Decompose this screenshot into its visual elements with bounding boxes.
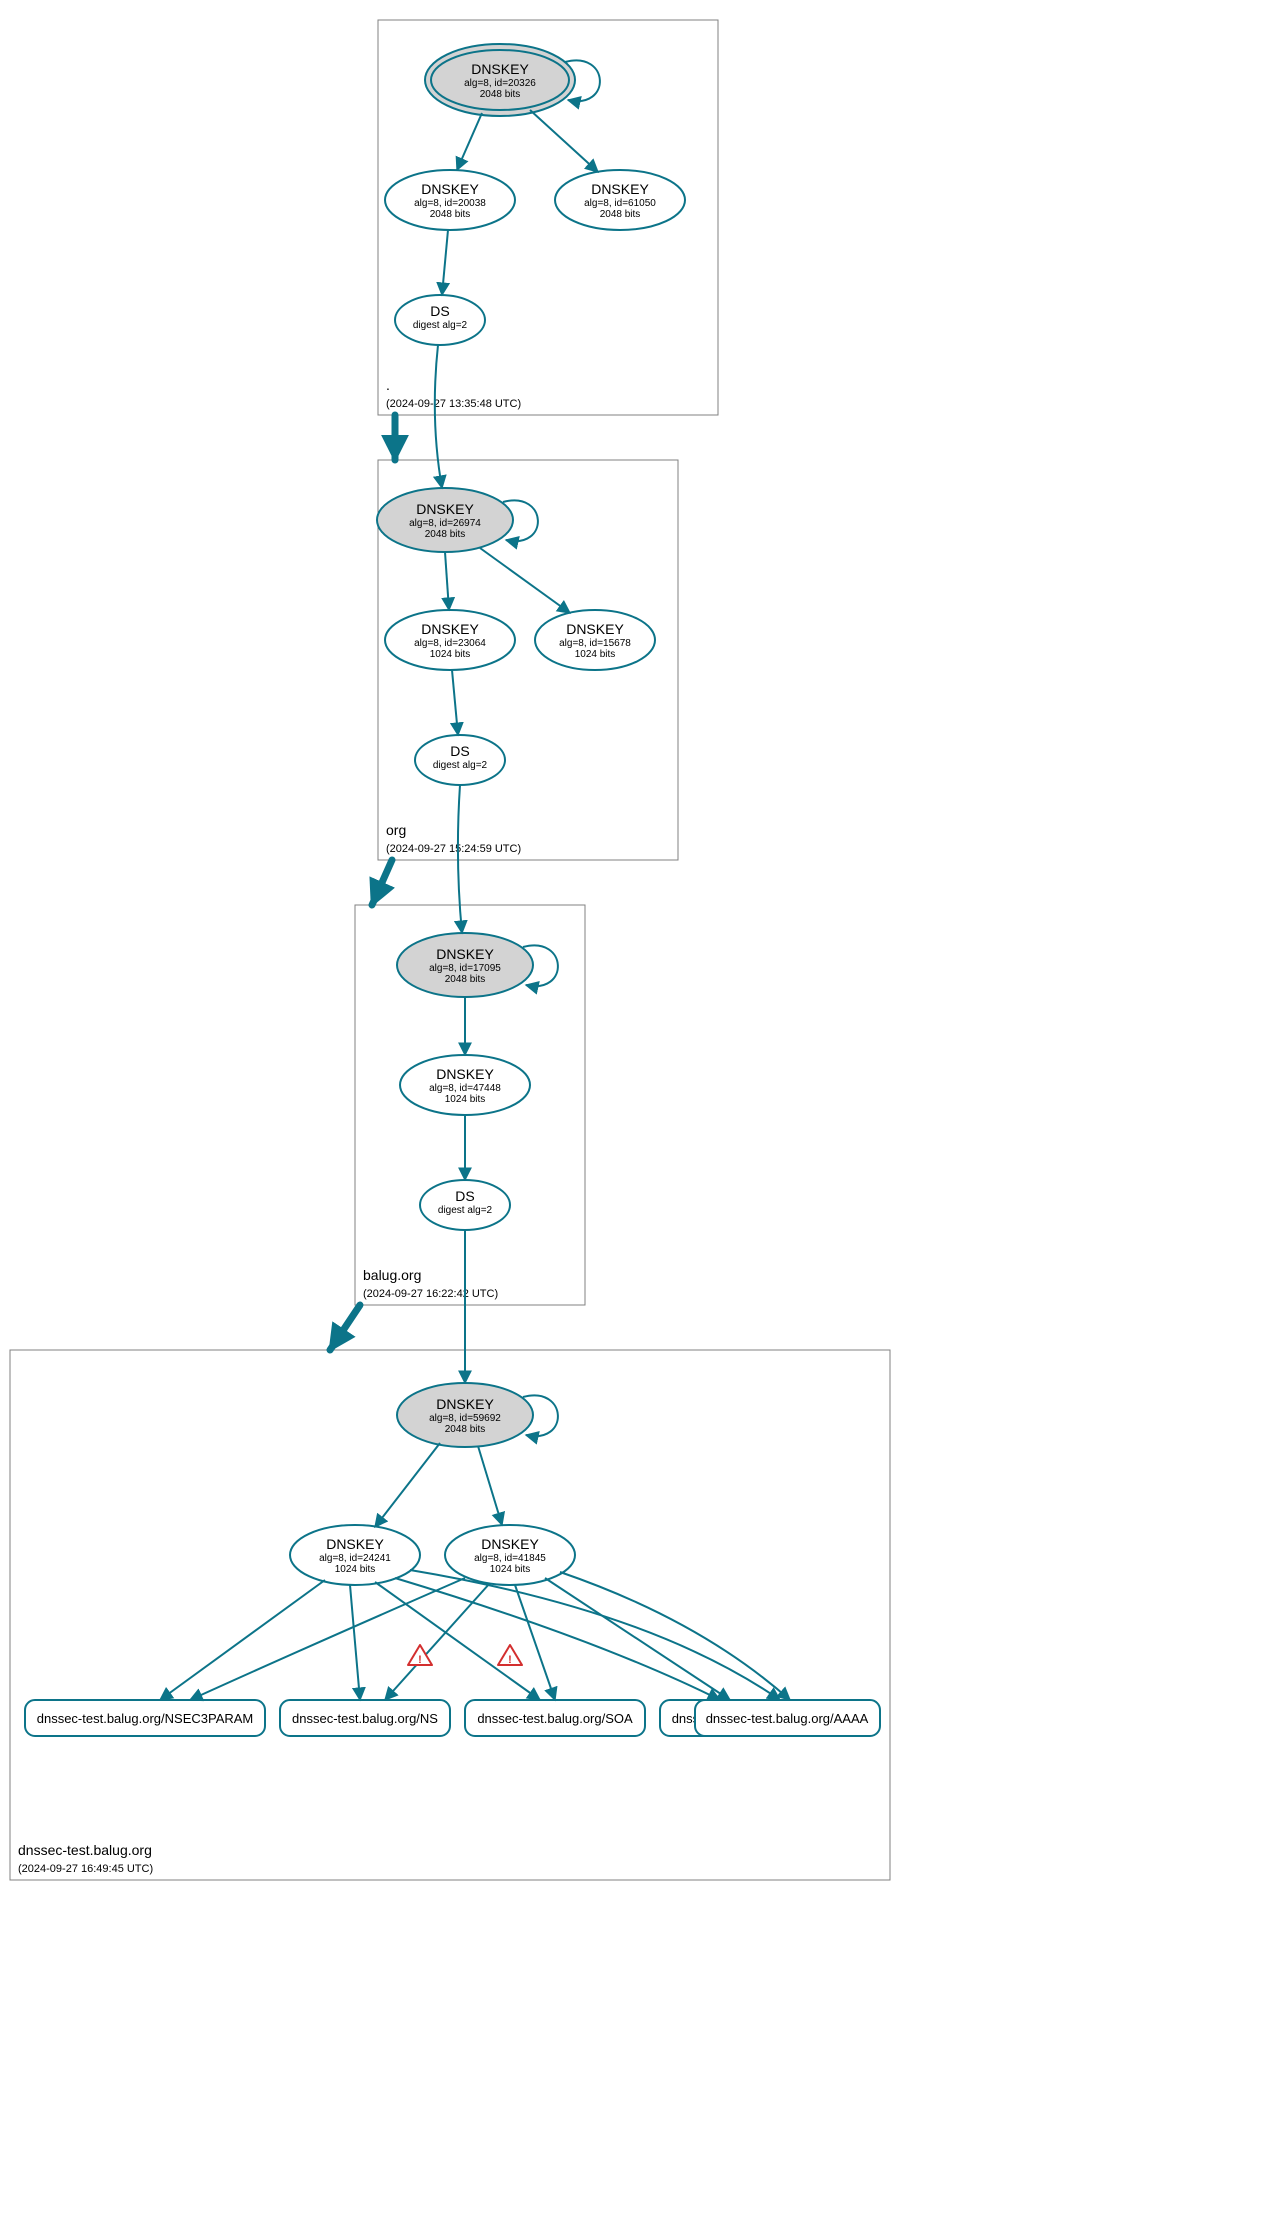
svg-text:!: ! — [418, 1654, 422, 1666]
zone-root-ts: (2024-09-27 13:35:48 UTC) — [386, 398, 521, 410]
dnskey-org-ksk[interactable]: DNSKEY alg=8, id=26974 2048 bits — [377, 488, 513, 552]
edge-ds-balug-ksk — [458, 785, 462, 933]
zone-root: . (2024-09-27 13:35:48 UTC) DNSKEY alg=8… — [378, 20, 718, 415]
svg-text:alg=8, id=47448: alg=8, id=47448 — [429, 1083, 501, 1094]
svg-text:alg=8, id=61050: alg=8, id=61050 — [584, 198, 656, 209]
ds-org[interactable]: DS digest alg=2 — [395, 295, 485, 345]
delegation-balug-dnssectest — [330, 1305, 360, 1350]
svg-text:2048 bits: 2048 bits — [445, 1424, 486, 1435]
edge-org-ksk-zsk1 — [445, 552, 449, 610]
svg-text:DNSKEY: DNSKEY — [566, 621, 624, 637]
svg-text:alg=8, id=20038: alg=8, id=20038 — [414, 198, 486, 209]
dnskey-root-zsk2[interactable]: DNSKEY alg=8, id=61050 2048 bits — [555, 170, 685, 230]
svg-text:dnssec-test.balug.org/AAAA: dnssec-test.balug.org/AAAA — [706, 1711, 869, 1726]
edge-zsk1-nsec3param — [160, 1580, 325, 1700]
svg-text:alg=8, id=59692: alg=8, id=59692 — [429, 1413, 501, 1424]
svg-text:DNSKEY: DNSKEY — [421, 621, 479, 637]
svg-text:2048 bits: 2048 bits — [480, 89, 521, 100]
dnskey-dnssectest-zsk1[interactable]: DNSKEY alg=8, id=24241 1024 bits — [290, 1525, 420, 1585]
svg-text:dnssec-test.balug.org/SOA: dnssec-test.balug.org/SOA — [477, 1711, 633, 1726]
edge-org-ksk-zsk2 — [480, 548, 570, 613]
svg-text:2048 bits: 2048 bits — [600, 209, 641, 220]
svg-text:1024 bits: 1024 bits — [430, 649, 471, 660]
dnskey-balug-zsk[interactable]: DNSKEY alg=8, id=47448 1024 bits — [400, 1055, 530, 1115]
dnskey-root-zsk1[interactable]: DNSKEY alg=8, id=20038 2048 bits — [385, 170, 515, 230]
zone-balug-ts: (2024-09-27 16:22:42 UTC) — [363, 1288, 498, 1300]
edge-zsk2-nsec3param — [190, 1578, 465, 1700]
ds-dnssectest[interactable]: DS digest alg=2 — [420, 1180, 510, 1230]
edge-zsk1-aaaa — [410, 1570, 780, 1700]
zone-balug-label: balug.org — [363, 1267, 421, 1283]
svg-text:DS: DS — [455, 1188, 474, 1204]
dnskey-root-ksk[interactable]: DNSKEY alg=8, id=20326 2048 bits — [425, 44, 575, 116]
svg-text:digest alg=2: digest alg=2 — [438, 1205, 493, 1216]
zone-dnssectest: dnssec-test.balug.org (2024-09-27 16:49:… — [10, 1350, 890, 1880]
edge-zsk2-aaaa — [560, 1572, 790, 1700]
ds-balug[interactable]: DS digest alg=2 — [415, 735, 505, 785]
svg-text:digest alg=2: digest alg=2 — [413, 320, 468, 331]
svg-text:alg=8, id=24241: alg=8, id=24241 — [319, 1553, 391, 1564]
edge-zsk2-a — [545, 1578, 730, 1700]
zone-dnssectest-label: dnssec-test.balug.org — [18, 1842, 152, 1858]
svg-text:DNSKEY: DNSKEY — [591, 181, 649, 197]
svg-text:dnssec-test.balug.org/NS: dnssec-test.balug.org/NS — [292, 1711, 438, 1726]
svg-text:1024 bits: 1024 bits — [445, 1094, 486, 1105]
edge-zsk1-a — [395, 1578, 720, 1700]
svg-text:!: ! — [508, 1654, 512, 1666]
svg-text:2048 bits: 2048 bits — [425, 529, 466, 540]
rrset-aaaa[interactable]: dnssec-test.balug.org/AAAA — [695, 1700, 880, 1736]
svg-text:2048 bits: 2048 bits — [445, 974, 486, 985]
dnskey-dnssectest-ksk[interactable]: DNSKEY alg=8, id=59692 2048 bits — [397, 1383, 533, 1447]
edge-ds-org-ksk — [435, 345, 442, 488]
zone-org-ts: (2024-09-27 15:24:59 UTC) — [386, 843, 521, 855]
svg-text:DNSKEY: DNSKEY — [416, 501, 474, 517]
dnskey-org-zsk1[interactable]: DNSKEY alg=8, id=23064 1024 bits — [385, 610, 515, 670]
edge-dt-ksk-zsk2 — [478, 1446, 502, 1525]
zone-org: org (2024-09-27 15:24:59 UTC) DNSKEY alg… — [377, 460, 678, 860]
svg-text:alg=8, id=26974: alg=8, id=26974 — [409, 518, 481, 529]
svg-text:alg=8, id=23064: alg=8, id=23064 — [414, 638, 486, 649]
svg-text:DS: DS — [430, 303, 449, 319]
rrset-nsec3param[interactable]: dnssec-test.balug.org/NSEC3PARAM — [25, 1700, 265, 1736]
zone-dnssectest-ts: (2024-09-27 16:49:45 UTC) — [18, 1863, 153, 1875]
rrset-soa[interactable]: dnssec-test.balug.org/SOA — [465, 1700, 645, 1736]
svg-text:DNSKEY: DNSKEY — [436, 1066, 494, 1082]
svg-text:alg=8, id=20326: alg=8, id=20326 — [464, 78, 536, 89]
edge-org-zsk1-ds — [452, 670, 458, 735]
zone-balug: balug.org (2024-09-27 16:22:42 UTC) DNSK… — [355, 905, 585, 1305]
svg-text:dnssec-test.balug.org/NSEC3PAR: dnssec-test.balug.org/NSEC3PARAM — [37, 1711, 254, 1726]
svg-text:1024 bits: 1024 bits — [490, 1564, 531, 1575]
edge-root-zsk1-ds — [442, 230, 448, 295]
svg-text:DS: DS — [450, 743, 469, 759]
zone-org-label: org — [386, 822, 406, 838]
svg-text:DNSKEY: DNSKEY — [421, 181, 479, 197]
svg-text:DNSKEY: DNSKEY — [436, 946, 494, 962]
svg-text:DNSKEY: DNSKEY — [471, 61, 529, 77]
svg-text:alg=8, id=17095: alg=8, id=17095 — [429, 963, 501, 974]
zone-root-label: . — [386, 377, 390, 393]
delegation-org-balug — [372, 860, 392, 905]
dnskey-dnssectest-zsk2[interactable]: DNSKEY alg=8, id=41845 1024 bits — [445, 1525, 575, 1585]
svg-text:alg=8, id=15678: alg=8, id=15678 — [559, 638, 631, 649]
svg-text:1024 bits: 1024 bits — [575, 649, 616, 660]
edge-root-ksk-zsk1 — [457, 113, 482, 170]
warning-icon: ! — [498, 1645, 522, 1666]
svg-text:digest alg=2: digest alg=2 — [433, 760, 488, 771]
svg-text:1024 bits: 1024 bits — [335, 1564, 376, 1575]
warning-icon: ! — [408, 1645, 432, 1666]
svg-text:2048 bits: 2048 bits — [430, 209, 471, 220]
svg-text:DNSKEY: DNSKEY — [481, 1536, 539, 1552]
dnskey-org-zsk2[interactable]: DNSKEY alg=8, id=15678 1024 bits — [535, 610, 655, 670]
edge-dt-ksk-zsk1 — [375, 1443, 440, 1527]
rrset-ns[interactable]: dnssec-test.balug.org/NS — [280, 1700, 450, 1736]
svg-text:DNSKEY: DNSKEY — [436, 1396, 494, 1412]
edge-zsk2-soa — [515, 1585, 555, 1700]
svg-text:DNSKEY: DNSKEY — [326, 1536, 384, 1552]
svg-text:alg=8, id=41845: alg=8, id=41845 — [474, 1553, 546, 1564]
dnskey-balug-ksk[interactable]: DNSKEY alg=8, id=17095 2048 bits — [397, 933, 533, 997]
edge-root-ksk-zsk2 — [530, 110, 598, 172]
edge-zsk1-ns — [350, 1585, 360, 1700]
